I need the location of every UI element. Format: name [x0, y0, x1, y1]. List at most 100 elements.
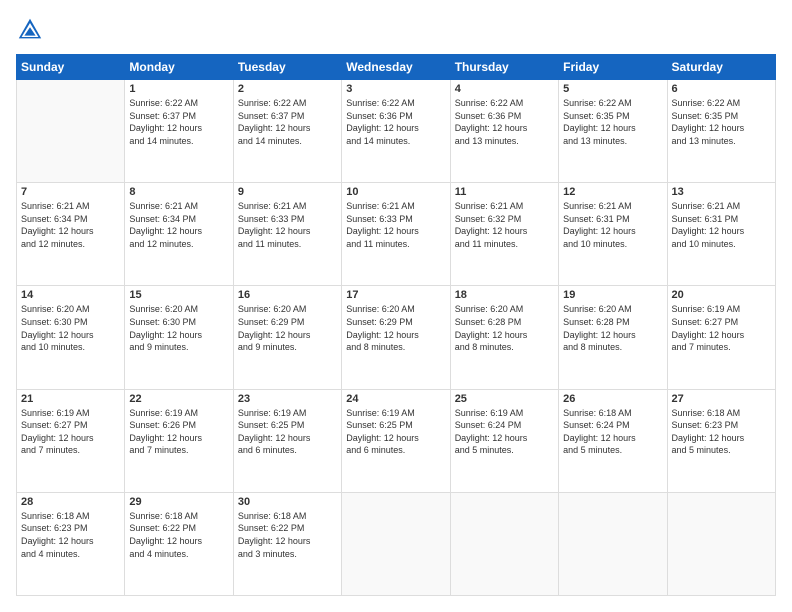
day-info: Sunrise: 6:18 AM Sunset: 6:23 PM Dayligh…	[21, 510, 120, 560]
day-number: 13	[672, 186, 771, 198]
day-number: 18	[455, 289, 554, 301]
day-number: 26	[563, 393, 662, 405]
day-info: Sunrise: 6:22 AM Sunset: 6:37 PM Dayligh…	[129, 97, 228, 147]
calendar-week-2: 7 Sunrise: 6:21 AM Sunset: 6:34 PM Daylig…	[17, 183, 776, 286]
day-number: 5	[563, 83, 662, 95]
day-number: 21	[21, 393, 120, 405]
day-number: 2	[238, 83, 337, 95]
day-info: Sunrise: 6:19 AM Sunset: 6:27 PM Dayligh…	[21, 407, 120, 457]
calendar-cell: 5Sunrise: 6:22 AM Sunset: 6:35 PM Daylig…	[559, 80, 667, 183]
calendar-cell	[342, 492, 450, 595]
calendar-cell: 29 Sunrise: 6:18 AM Sunset: 6:22 PM Dayli…	[125, 492, 233, 595]
day-header-tuesday: Tuesday	[233, 55, 341, 80]
day-header-saturday: Saturday	[667, 55, 775, 80]
calendar-cell: 19 Sunrise: 6:20 AM Sunset: 6:28 PM Dayli…	[559, 286, 667, 389]
day-header-friday: Friday	[559, 55, 667, 80]
day-info: Sunrise: 6:21 AM Sunset: 6:32 PM Dayligh…	[455, 200, 554, 250]
day-info: Sunrise: 6:21 AM Sunset: 6:33 PM Dayligh…	[238, 200, 337, 250]
day-info: Sunrise: 6:20 AM Sunset: 6:28 PM Dayligh…	[455, 303, 554, 353]
day-number: 30	[238, 496, 337, 508]
day-info: Sunrise: 6:20 AM Sunset: 6:28 PM Dayligh…	[563, 303, 662, 353]
day-info: Sunrise: 6:18 AM Sunset: 6:24 PM Dayligh…	[563, 407, 662, 457]
logo	[16, 16, 48, 44]
logo-icon	[16, 16, 44, 44]
day-number: 6	[672, 83, 771, 95]
day-info: Sunrise: 6:19 AM Sunset: 6:27 PM Dayligh…	[672, 303, 771, 353]
day-number: 14	[21, 289, 120, 301]
day-number: 23	[238, 393, 337, 405]
calendar-cell	[450, 492, 558, 595]
day-number: 17	[346, 289, 445, 301]
page: SundayMondayTuesdayWednesdayThursdayFrid…	[0, 0, 792, 612]
day-header-monday: Monday	[125, 55, 233, 80]
day-number: 25	[455, 393, 554, 405]
day-info: Sunrise: 6:22 AM Sunset: 6:37 PM Dayligh…	[238, 97, 337, 147]
calendar-cell: 27 Sunrise: 6:18 AM Sunset: 6:23 PM Dayli…	[667, 389, 775, 492]
day-number: 3	[346, 83, 445, 95]
day-info: Sunrise: 6:20 AM Sunset: 6:30 PM Dayligh…	[129, 303, 228, 353]
day-info: Sunrise: 6:22 AM Sunset: 6:36 PM Dayligh…	[346, 97, 445, 147]
day-number: 8	[129, 186, 228, 198]
day-number: 1	[129, 83, 228, 95]
calendar-week-4: 21 Sunrise: 6:19 AM Sunset: 6:27 PM Dayli…	[17, 389, 776, 492]
calendar-cell: 30 Sunrise: 6:18 AM Sunset: 6:22 PM Dayli…	[233, 492, 341, 595]
calendar-cell: 25 Sunrise: 6:19 AM Sunset: 6:24 PM Dayli…	[450, 389, 558, 492]
day-info: Sunrise: 6:21 AM Sunset: 6:34 PM Dayligh…	[21, 200, 120, 250]
calendar-cell: 15 Sunrise: 6:20 AM Sunset: 6:30 PM Dayli…	[125, 286, 233, 389]
day-number: 10	[346, 186, 445, 198]
calendar-cell: 9 Sunrise: 6:21 AM Sunset: 6:33 PM Daylig…	[233, 183, 341, 286]
day-number: 12	[563, 186, 662, 198]
day-number: 20	[672, 289, 771, 301]
day-info: Sunrise: 6:19 AM Sunset: 6:26 PM Dayligh…	[129, 407, 228, 457]
calendar-cell	[17, 80, 125, 183]
day-info: Sunrise: 6:18 AM Sunset: 6:22 PM Dayligh…	[238, 510, 337, 560]
day-number: 24	[346, 393, 445, 405]
day-number: 28	[21, 496, 120, 508]
calendar-cell: 2 Sunrise: 6:22 AM Sunset: 6:37 PM Daylig…	[233, 80, 341, 183]
day-number: 7	[21, 186, 120, 198]
calendar-week-3: 14 Sunrise: 6:20 AM Sunset: 6:30 PM Dayli…	[17, 286, 776, 389]
day-info: Sunrise: 6:21 AM Sunset: 6:31 PM Dayligh…	[672, 200, 771, 250]
calendar-cell: 11Sunrise: 6:21 AM Sunset: 6:32 PM Dayli…	[450, 183, 558, 286]
calendar-cell: 28 Sunrise: 6:18 AM Sunset: 6:23 PM Dayli…	[17, 492, 125, 595]
calendar-cell: 16 Sunrise: 6:20 AM Sunset: 6:29 PM Dayli…	[233, 286, 341, 389]
calendar-cell: 4 Sunrise: 6:22 AM Sunset: 6:36 PM Daylig…	[450, 80, 558, 183]
day-header-sunday: Sunday	[17, 55, 125, 80]
day-number: 16	[238, 289, 337, 301]
day-info: Sunrise: 6:20 AM Sunset: 6:29 PM Dayligh…	[346, 303, 445, 353]
day-info: Sunrise: 6:18 AM Sunset: 6:22 PM Dayligh…	[129, 510, 228, 560]
calendar-cell	[667, 492, 775, 595]
calendar-cell: 23 Sunrise: 6:19 AM Sunset: 6:25 PM Dayli…	[233, 389, 341, 492]
day-info: Sunrise: 6:19 AM Sunset: 6:25 PM Dayligh…	[238, 407, 337, 457]
calendar-cell: 18 Sunrise: 6:20 AM Sunset: 6:28 PM Dayli…	[450, 286, 558, 389]
calendar-cell: 24 Sunrise: 6:19 AM Sunset: 6:25 PM Dayli…	[342, 389, 450, 492]
calendar-cell: 21 Sunrise: 6:19 AM Sunset: 6:27 PM Dayli…	[17, 389, 125, 492]
day-number: 19	[563, 289, 662, 301]
day-info: Sunrise: 6:19 AM Sunset: 6:25 PM Dayligh…	[346, 407, 445, 457]
day-number: 27	[672, 393, 771, 405]
calendar-cell: 20 Sunrise: 6:19 AM Sunset: 6:27 PM Dayli…	[667, 286, 775, 389]
day-header-thursday: Thursday	[450, 55, 558, 80]
header	[16, 16, 776, 44]
day-info: Sunrise: 6:21 AM Sunset: 6:33 PM Dayligh…	[346, 200, 445, 250]
day-number: 9	[238, 186, 337, 198]
day-info: Sunrise: 6:21 AM Sunset: 6:34 PM Dayligh…	[129, 200, 228, 250]
calendar-cell: 26 Sunrise: 6:18 AM Sunset: 6:24 PM Dayli…	[559, 389, 667, 492]
calendar-cell: 12 Sunrise: 6:21 AM Sunset: 6:31 PM Dayli…	[559, 183, 667, 286]
day-number: 22	[129, 393, 228, 405]
day-number: 15	[129, 289, 228, 301]
day-info: Sunrise: 6:18 AM Sunset: 6:23 PM Dayligh…	[672, 407, 771, 457]
calendar-cell: 13 Sunrise: 6:21 AM Sunset: 6:31 PM Dayli…	[667, 183, 775, 286]
day-info: Sunrise: 6:20 AM Sunset: 6:29 PM Dayligh…	[238, 303, 337, 353]
calendar-cell	[559, 492, 667, 595]
day-number: 4	[455, 83, 554, 95]
day-info: Sunrise: 6:22 AM Sunset: 6:36 PM Dayligh…	[455, 97, 554, 147]
day-info: Sunrise: 6:21 AM Sunset: 6:31 PM Dayligh…	[563, 200, 662, 250]
day-info: Sunrise: 6:22 AM Sunset: 6:35 PM Dayligh…	[672, 97, 771, 147]
day-number: 29	[129, 496, 228, 508]
calendar-cell: 3 Sunrise: 6:22 AM Sunset: 6:36 PM Daylig…	[342, 80, 450, 183]
calendar-week-1: 1 Sunrise: 6:22 AM Sunset: 6:37 PM Daylig…	[17, 80, 776, 183]
calendar-cell: 1 Sunrise: 6:22 AM Sunset: 6:37 PM Daylig…	[125, 80, 233, 183]
day-info: Sunrise: 6:19 AM Sunset: 6:24 PM Dayligh…	[455, 407, 554, 457]
calendar-table: SundayMondayTuesdayWednesdayThursdayFrid…	[16, 54, 776, 596]
